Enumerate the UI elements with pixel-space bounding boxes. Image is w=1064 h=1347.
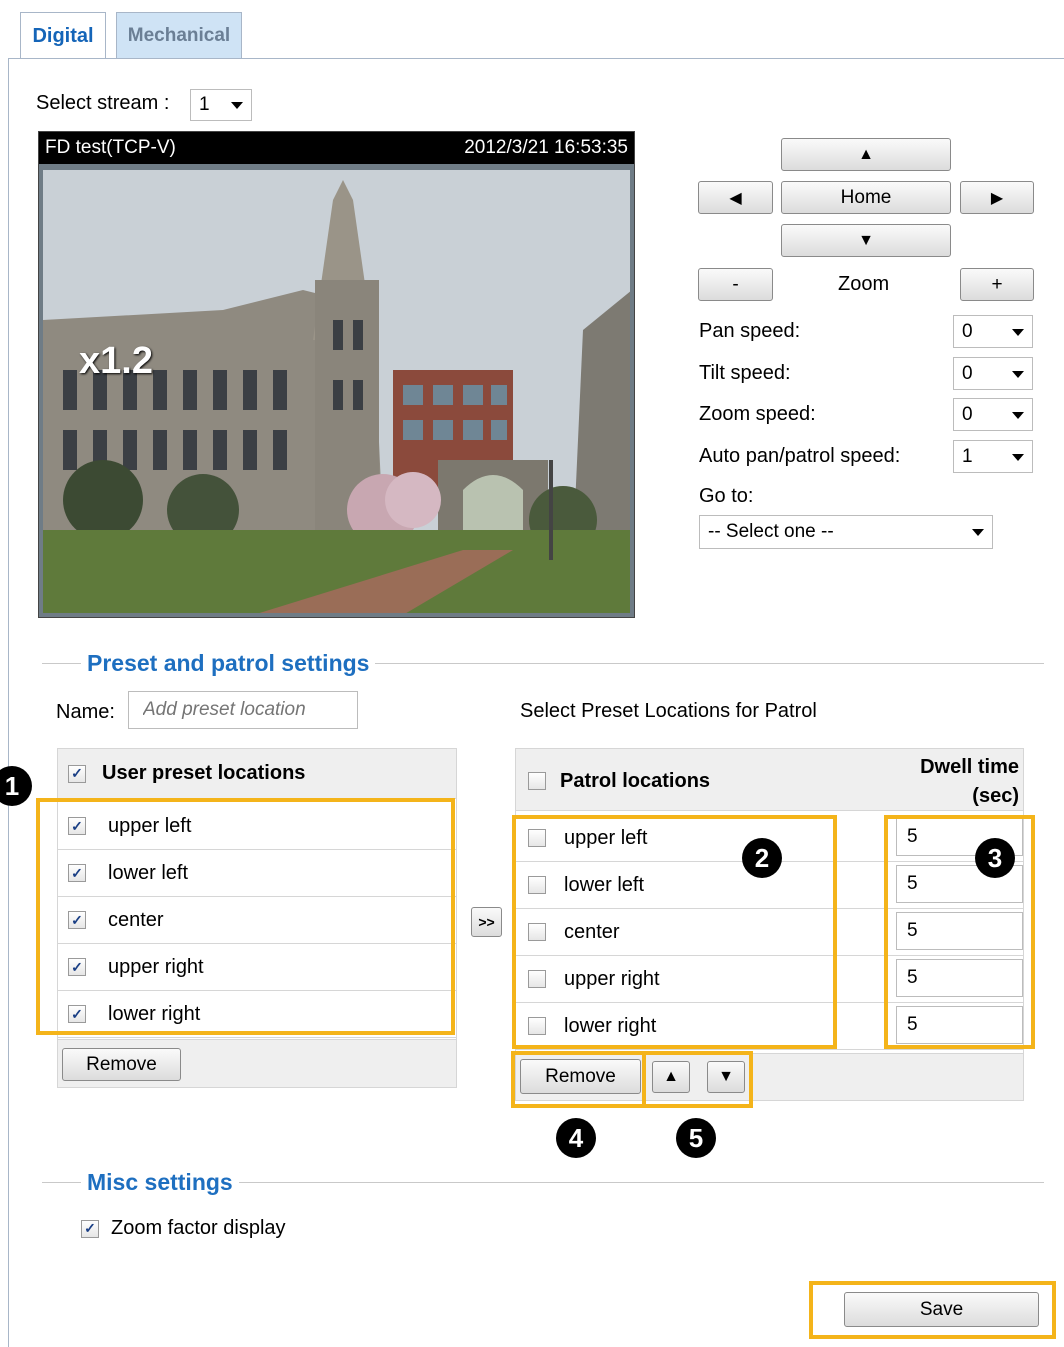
preset-name-label: Name: bbox=[56, 701, 115, 723]
highlight-patrol-locations bbox=[512, 815, 837, 1049]
patrol-caption: Select Preset Locations for Patrol bbox=[520, 700, 817, 722]
stream-select[interactable]: 1 bbox=[190, 89, 252, 121]
pan-speed-value: 0 bbox=[962, 320, 973, 342]
zoom-factor-overlay: x1.2 bbox=[79, 340, 153, 382]
goto-select[interactable]: -- Select one -- bbox=[699, 515, 993, 549]
callout-marker-3: 3 bbox=[975, 838, 1015, 878]
tab-frame-top bbox=[8, 58, 1064, 59]
select-stream-label: Select stream : bbox=[36, 92, 170, 114]
zoom-out-button[interactable]: - bbox=[698, 268, 773, 301]
highlight-user-presets bbox=[36, 798, 455, 1035]
chevron-down-icon bbox=[1012, 370, 1024, 378]
zoom-speed-value: 0 bbox=[962, 403, 973, 425]
auto-pan-speed-select[interactable]: 1 bbox=[953, 440, 1033, 473]
building-scene-image bbox=[43, 170, 630, 613]
tilt-up-button[interactable]: ▲ bbox=[781, 138, 951, 171]
video-timestamp: 2012/3/21 16:53:35 bbox=[464, 137, 628, 158]
pan-left-button[interactable]: ◀ bbox=[698, 181, 773, 214]
highlight-remove-patrol bbox=[511, 1051, 646, 1108]
tilt-speed-select[interactable]: 0 bbox=[953, 357, 1033, 390]
preset-name-input[interactable] bbox=[128, 691, 358, 729]
camera-image bbox=[43, 170, 630, 613]
tab-frame-left bbox=[8, 58, 9, 1347]
video-view[interactable]: FD test(TCP-V) 2012/3/21 16:53:35 x1.2 bbox=[38, 131, 635, 618]
patrol-header: Patrol locations Dwell time (sec) bbox=[516, 749, 1023, 811]
callout-marker-4: 4 bbox=[556, 1118, 596, 1158]
select-all-patrol-checkbox[interactable] bbox=[528, 772, 546, 790]
goto-label: Go to: bbox=[699, 485, 754, 507]
user-preset-header-label: User preset locations bbox=[102, 762, 306, 784]
dwell-time-unit: (sec) bbox=[972, 785, 1019, 807]
pan-right-button[interactable]: ▶ bbox=[960, 181, 1034, 214]
chevron-down-icon bbox=[972, 529, 984, 536]
goto-select-value: -- Select one -- bbox=[708, 521, 834, 542]
zoom-factor-display-option[interactable]: Zoom factor display bbox=[81, 1217, 286, 1240]
auto-pan-speed-value: 1 bbox=[962, 445, 973, 467]
home-button[interactable]: Home bbox=[781, 181, 951, 214]
dwell-time-header: Dwell time bbox=[920, 756, 1019, 778]
callout-marker-2: 2 bbox=[742, 838, 782, 878]
callout-marker-1: 1 bbox=[0, 766, 32, 806]
tab-mechanical[interactable]: Mechanical bbox=[116, 12, 242, 58]
pan-speed-select[interactable]: 0 bbox=[953, 315, 1033, 348]
tilt-speed-label: Tilt speed: bbox=[699, 362, 791, 384]
zoom-in-button[interactable]: + bbox=[960, 268, 1034, 301]
stream-select-value: 1 bbox=[199, 94, 210, 115]
pan-speed-label: Pan speed: bbox=[699, 320, 801, 342]
select-all-presets-checkbox[interactable] bbox=[68, 764, 86, 783]
misc-section-title: Misc settings bbox=[81, 1169, 239, 1196]
tilt-down-button[interactable]: ▼ bbox=[781, 224, 951, 257]
zoom-speed-label: Zoom speed: bbox=[699, 403, 816, 425]
highlight-save bbox=[809, 1281, 1056, 1339]
video-title: FD test(TCP-V) bbox=[45, 137, 176, 158]
zoom-label: Zoom bbox=[838, 273, 890, 295]
callout-marker-5: 5 bbox=[676, 1118, 716, 1158]
zoom-speed-select[interactable]: 0 bbox=[953, 398, 1033, 431]
highlight-move-buttons bbox=[642, 1051, 753, 1108]
chevron-down-icon bbox=[1012, 328, 1024, 336]
tilt-speed-value: 0 bbox=[962, 362, 973, 384]
tab-digital[interactable]: Digital bbox=[20, 12, 106, 59]
remove-preset-button[interactable]: Remove bbox=[62, 1048, 181, 1081]
zoom-factor-display-checkbox[interactable] bbox=[81, 1219, 99, 1238]
zoom-factor-display-label: Zoom factor display bbox=[111, 1217, 286, 1239]
auto-pan-speed-label: Auto pan/patrol speed: bbox=[699, 445, 901, 467]
chevron-down-icon bbox=[1012, 411, 1024, 419]
add-to-patrol-button[interactable]: >> bbox=[471, 907, 502, 937]
video-caption-bar: FD test(TCP-V) 2012/3/21 16:53:35 bbox=[39, 132, 634, 164]
chevron-down-icon bbox=[1012, 453, 1024, 461]
patrol-header-label: Patrol locations bbox=[560, 770, 711, 792]
preset-section-title: Preset and patrol settings bbox=[81, 650, 376, 677]
chevron-down-icon bbox=[231, 102, 243, 109]
user-preset-header: User preset locations bbox=[58, 749, 456, 799]
